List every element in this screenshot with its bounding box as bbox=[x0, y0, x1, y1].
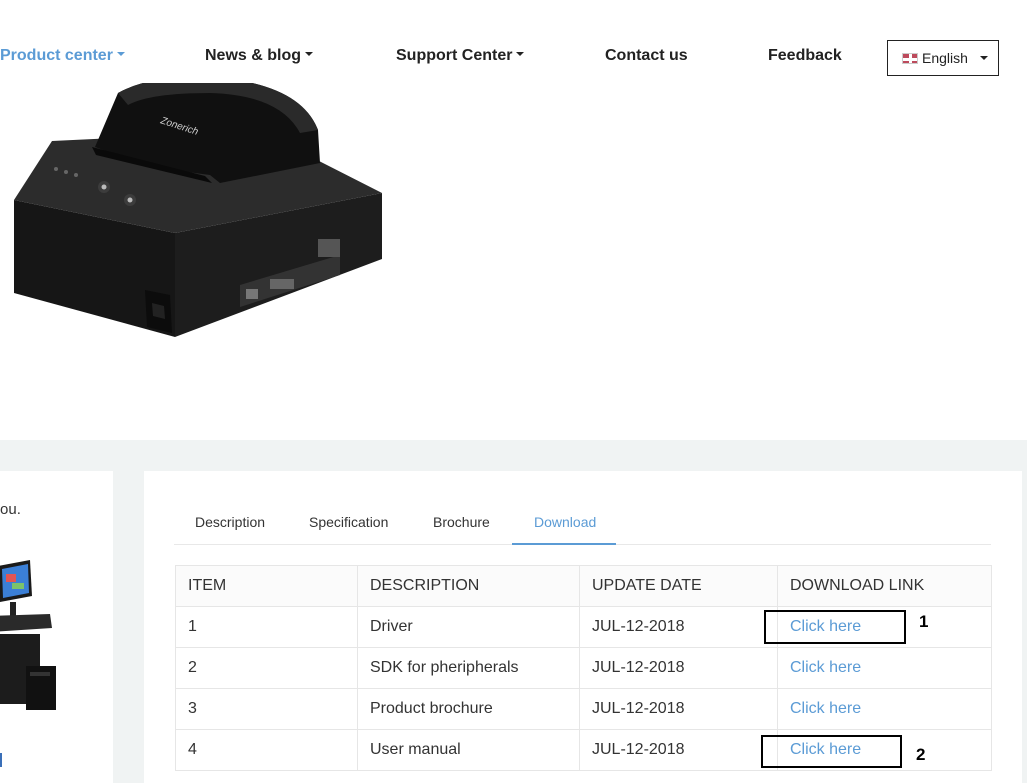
header-update-date: UPDATE DATE bbox=[579, 565, 778, 607]
nav-news-blog-label: News & blog bbox=[205, 47, 302, 64]
annotation-box-2 bbox=[761, 735, 902, 768]
tab-specification[interactable]: Specification bbox=[309, 514, 388, 530]
nav-feedback[interactable]: Feedback bbox=[768, 47, 842, 65]
row-item: 2 bbox=[175, 647, 358, 689]
table-row: 3 Product brochure JUL-12-2018 Click her… bbox=[175, 688, 992, 730]
nav-feedback-label: Feedback bbox=[768, 47, 842, 64]
row-date: JUL-12-2018 bbox=[579, 647, 778, 689]
row-description: Product brochure bbox=[357, 688, 580, 730]
download-link-brochure[interactable]: Click here bbox=[777, 688, 992, 730]
download-link-sdk[interactable]: Click here bbox=[777, 647, 992, 689]
top-navigation: Product center News & blog Support Cente… bbox=[0, 0, 1027, 83]
active-tab-indicator bbox=[512, 543, 616, 545]
chevron-down-icon bbox=[979, 56, 988, 60]
row-date: JUL-12-2018 bbox=[579, 729, 778, 771]
header-item: ITEM bbox=[175, 565, 358, 607]
nav-support-center-label: Support Center bbox=[396, 47, 513, 64]
row-description: Driver bbox=[357, 606, 580, 648]
chevron-down-icon bbox=[516, 52, 525, 57]
chevron-down-icon bbox=[116, 52, 125, 57]
header-description: DESCRIPTION bbox=[357, 565, 580, 607]
chevron-down-icon bbox=[305, 52, 314, 57]
row-date: JUL-12-2018 bbox=[579, 688, 778, 730]
table-header-row: ITEM DESCRIPTION UPDATE DATE DOWNLOAD LI… bbox=[175, 565, 992, 607]
product-image: Zonerich bbox=[14, 76, 382, 337]
row-description: SDK for pheripherals bbox=[357, 647, 580, 689]
side-card-link[interactable] bbox=[0, 753, 2, 767]
pos-terminal-image bbox=[0, 560, 56, 710]
row-item: 3 bbox=[175, 688, 358, 730]
annotation-number-2: 2 bbox=[916, 745, 926, 764]
annotation-box-1 bbox=[764, 610, 906, 644]
tab-download[interactable]: Download bbox=[534, 514, 596, 530]
product-tabs: Description Specification Brochure Downl… bbox=[174, 500, 991, 545]
row-description: User manual bbox=[357, 729, 580, 771]
language-selector[interactable]: English bbox=[887, 40, 999, 76]
nav-product-center-label: Product center bbox=[0, 47, 113, 64]
tab-description[interactable]: Description bbox=[195, 514, 265, 530]
annotation-number-1: 1 bbox=[919, 612, 929, 631]
header-download-link: DOWNLOAD LINK bbox=[777, 565, 992, 607]
table-row: 2 SDK for pheripherals JUL-12-2018 Click… bbox=[175, 647, 992, 689]
nav-contact-us-label: Contact us bbox=[605, 47, 688, 64]
nav-news-blog[interactable]: News & blog bbox=[205, 47, 314, 65]
nav-support-center[interactable]: Support Center bbox=[396, 47, 525, 65]
side-card-text: o you. bbox=[0, 501, 21, 518]
tab-brochure[interactable]: Brochure bbox=[433, 514, 490, 530]
uk-flag-icon bbox=[902, 52, 918, 64]
row-item: 4 bbox=[175, 729, 358, 771]
row-date: JUL-12-2018 bbox=[579, 606, 778, 648]
side-card: o you. bbox=[0, 471, 113, 783]
nav-product-center[interactable]: Product center bbox=[0, 47, 125, 65]
row-item: 1 bbox=[175, 606, 358, 648]
nav-contact-us[interactable]: Contact us bbox=[605, 47, 688, 65]
language-label: English bbox=[922, 50, 968, 66]
